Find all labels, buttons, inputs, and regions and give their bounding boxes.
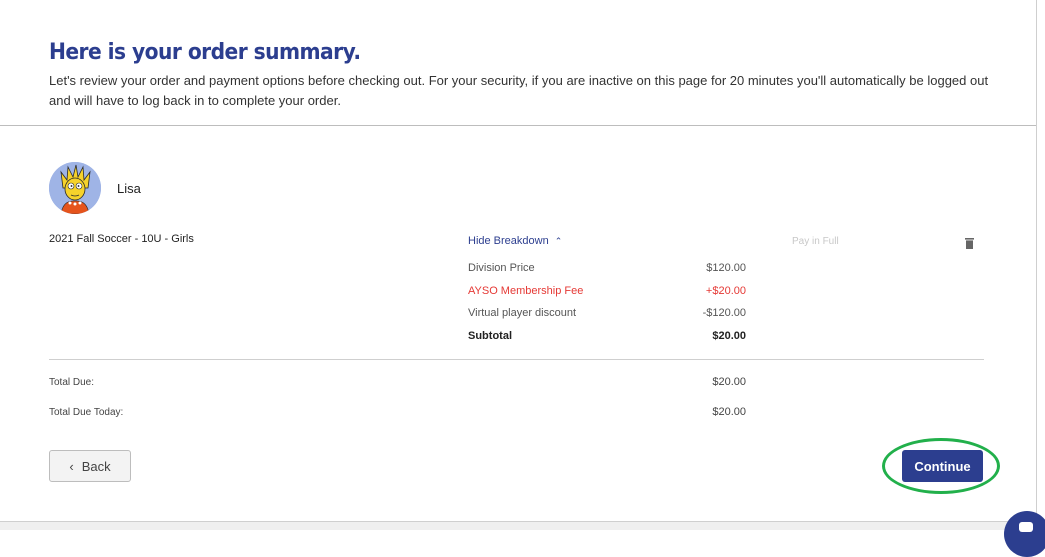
- totals-divider: [49, 359, 984, 360]
- back-button-label: Back: [81, 458, 111, 474]
- breakdown-label-division-price: Division Price: [468, 262, 535, 274]
- player-name: Lisa: [117, 181, 141, 196]
- back-button[interactable]: ‹ Back: [49, 450, 131, 482]
- continue-button[interactable]: Continue: [902, 450, 983, 482]
- breakdown-label-discount: Virtual player discount: [468, 307, 577, 319]
- chevron-up-icon: ⌃: [554, 236, 563, 246]
- page-title: Here is your order summary.: [49, 40, 361, 65]
- lisa-simpson-avatar-icon: [49, 162, 101, 214]
- breakdown-value-discount: -$120.00: [702, 307, 746, 319]
- right-border: [1036, 0, 1037, 529]
- total-due-label: Total Due:: [49, 377, 95, 388]
- program-name: 2021 Fall Soccer - 10U - Girls: [49, 233, 194, 245]
- breakdown-value-membership-fee: +$20.00: [705, 285, 746, 297]
- breakdown-label-subtotal: Subtotal: [468, 330, 512, 342]
- breakdown-value-division-price: $120.00: [706, 262, 746, 274]
- trash-icon[interactable]: [965, 236, 974, 249]
- hide-breakdown-label: Hide Breakdown: [468, 235, 549, 247]
- total-due-today-label: Total Due Today:: [49, 407, 124, 418]
- breakdown-label-membership-fee: AYSO Membership Fee: [468, 285, 584, 297]
- pay-in-full-option[interactable]: Pay in Full: [792, 236, 839, 247]
- chat-icon[interactable]: [1004, 511, 1045, 557]
- hide-breakdown-link[interactable]: Hide Breakdown ⌃: [468, 235, 562, 247]
- total-due-value: $20.00: [712, 376, 746, 388]
- chevron-left-icon: ‹: [69, 458, 74, 474]
- total-due-today-value: $20.00: [712, 406, 746, 418]
- page-header: Here is your order summary. Let's review…: [0, 0, 1036, 126]
- breakdown-value-subtotal: $20.00: [712, 330, 746, 342]
- page-subtitle: Let's review your order and payment opti…: [49, 73, 989, 108]
